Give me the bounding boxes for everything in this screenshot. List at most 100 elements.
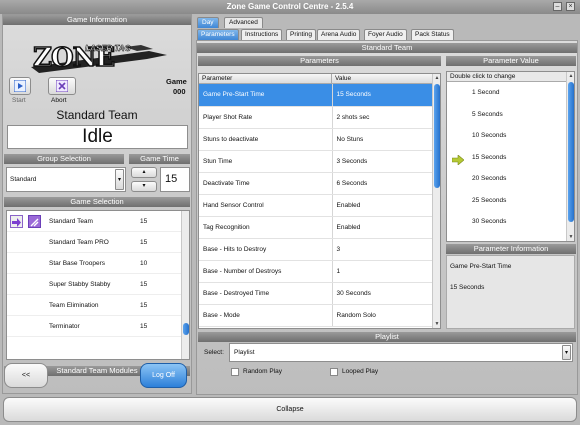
random-play-label: Random Play (243, 368, 283, 375)
tab-advanced[interactable]: Advanced (224, 17, 263, 28)
param-info-header: Parameter Information (446, 244, 576, 254)
window-title: Zone Game Control Centre - 2.5.4 (226, 2, 354, 11)
subtab-printing[interactable]: Printing (286, 29, 317, 40)
parameter-row[interactable]: Deactivate Time 6 Seconds (199, 172, 433, 195)
parameter-row[interactable]: Base - Mode Random Solo (199, 304, 433, 327)
time-down-button[interactable]: ▾ (131, 181, 157, 192)
param-value-text: 5 Seconds (472, 110, 503, 118)
parameter-row[interactable]: Game Pre-Start Time 15 Seconds (199, 84, 433, 107)
playlist-header: Playlist (198, 332, 576, 342)
zone-logo: ZONE LASER TAG (29, 37, 169, 77)
game-name: Star Base Troopers (49, 260, 105, 267)
param-value-item[interactable]: 20 Seconds (447, 168, 574, 190)
parameter-row[interactable]: Hand Sensor Control Enabled (199, 194, 433, 217)
abort-button[interactable] (48, 77, 76, 95)
param-value-item[interactable]: 5 Seconds (447, 104, 574, 126)
game-list-item[interactable]: Super Stabby Stabby 15 (7, 274, 189, 295)
subtab-foyer-audio[interactable]: Foyer Audio (364, 29, 407, 40)
playlist-select[interactable]: Playlist ▾ (229, 343, 573, 362)
subtab-arena-audio[interactable]: Arena Audio (317, 29, 361, 40)
parameter-value: 30 Seconds (332, 282, 433, 305)
param-value-item[interactable]: 15 Seconds (447, 147, 574, 169)
game-time-input[interactable]: 15 (160, 167, 190, 192)
logoff-button[interactable]: Log Off (140, 363, 187, 388)
param-info-name: Game Pre-Start Time (450, 263, 512, 270)
parameter-row[interactable]: Base - Destroyed Time 30 Seconds (199, 282, 433, 305)
subtab-instructions[interactable]: Instructions (241, 29, 283, 40)
close-button[interactable]: × (566, 2, 575, 11)
param-info-panel: Game Pre-Start Time 15 Seconds (446, 255, 575, 329)
parameter-name: Base - Mode (199, 304, 333, 327)
game-time: 15 (140, 218, 148, 225)
game-list-rows: Standard Team 15 Standard Team PRO 15 Star B… (7, 211, 189, 337)
col-parameter-header[interactable]: Parameter (199, 74, 332, 84)
parameter-value: 2 shots sec (332, 106, 433, 129)
param-value-scroll-thumb[interactable] (568, 82, 574, 222)
game-number: 000 (173, 87, 186, 96)
parameters-grid: Parameter Value Game Pre-Start Time 15 Se… (198, 73, 441, 329)
status-display: Idle (7, 125, 188, 149)
game-list-scroll-thumb[interactable] (183, 323, 189, 335)
parameter-value: No Stuns (332, 128, 433, 151)
parameter-row[interactable]: Base - Number of Destroys 1 (199, 260, 433, 283)
chevron-down-icon[interactable]: ▾ (115, 169, 124, 190)
col-value-header[interactable]: Value (332, 74, 433, 84)
parameter-value: 6 Seconds (332, 172, 433, 195)
parameter-row[interactable]: Base - Hits to Destroy 3 (199, 238, 433, 261)
start-button[interactable] (9, 77, 31, 95)
looped-play-checkbox[interactable] (330, 368, 338, 376)
param-value-scrollbar[interactable]: ▲ ▼ (566, 72, 574, 241)
game-list-item[interactable]: Star Base Troopers 10 (7, 253, 189, 274)
edit-game-icon[interactable] (28, 215, 41, 228)
time-up-button[interactable]: ▴ (131, 167, 157, 178)
looped-play-label: Looped Play (342, 368, 379, 375)
chevron-down-icon: ▾ (142, 183, 146, 189)
scroll-up-icon[interactable]: ▲ (567, 72, 574, 80)
parameter-name: Deactivate Time (199, 172, 333, 195)
collapse-button[interactable]: Collapse (3, 397, 577, 422)
back-button[interactable]: << (4, 363, 48, 388)
parameters-scrollbar[interactable]: ▲ ▼ (432, 74, 440, 328)
parameter-name: Player Shot Rate (199, 106, 333, 129)
minimize-button[interactable]: – (553, 2, 562, 11)
game-list-scrollbar[interactable] (181, 211, 189, 359)
param-value-item[interactable]: 1 Second (447, 82, 574, 104)
random-play-checkbox[interactable] (231, 368, 239, 376)
parameter-row[interactable]: Stun Time 3 Seconds (199, 150, 433, 173)
scroll-down-icon[interactable]: ▼ (567, 233, 574, 241)
scroll-up-icon[interactable]: ▲ (433, 74, 440, 82)
arrow-right-icon[interactable] (10, 215, 23, 228)
parameter-value: 3 Seconds (332, 150, 433, 173)
group-select[interactable]: Standard ▾ (6, 167, 126, 192)
param-value-item[interactable]: 30 Seconds (447, 211, 574, 233)
abort-label: Abort (51, 97, 67, 104)
chevron-down-icon[interactable]: ▾ (562, 345, 571, 360)
game-name: Super Stabby Stabby (49, 281, 111, 288)
param-value-item[interactable]: 10 Seconds (447, 125, 574, 147)
left-panel: Game Information ZONE LASER TAG Start Ab… (2, 14, 192, 394)
parameter-row[interactable]: Player Shot Rate 2 shots sec (199, 106, 433, 129)
parameter-row[interactable]: Stuns to deactivate No Stuns (199, 128, 433, 151)
tab-day[interactable]: Day (197, 17, 219, 28)
parameters-scroll-thumb[interactable] (434, 84, 440, 188)
param-value-hint: Double click to change (447, 72, 574, 82)
subtab-pack-status[interactable]: Pack Status (411, 29, 454, 40)
subtab-parameters[interactable]: Parameters (197, 29, 239, 40)
game-selection-list: Standard Team 15 Standard Team PRO 15 Star B… (6, 210, 190, 360)
group-select-value: Standard (10, 176, 37, 183)
team-name: Standard Team (56, 108, 138, 122)
parameter-name: Hand Sensor Control (199, 194, 333, 217)
param-value-text: 10 Seconds (472, 132, 507, 139)
game-list-item[interactable]: Standard Team 15 (7, 211, 189, 232)
parameters-rows: Game Pre-Start Time 15 Seconds Player Shot… (199, 84, 433, 327)
game-list-item[interactable]: Standard Team PRO 15 (7, 232, 189, 253)
game-list-item[interactable]: Terminator 15 (7, 316, 189, 337)
game-time: 15 (140, 239, 148, 246)
param-value-item[interactable]: 25 Seconds (447, 190, 574, 212)
minimize-icon: – (555, 3, 560, 10)
game-list-item[interactable]: Team Elimination 15 (7, 295, 189, 316)
scroll-down-icon[interactable]: ▼ (433, 320, 440, 328)
game-name: Team Elimination (49, 302, 99, 309)
parameter-row[interactable]: Tag Recognition Enabled (199, 216, 433, 239)
abort-icon (55, 79, 69, 93)
